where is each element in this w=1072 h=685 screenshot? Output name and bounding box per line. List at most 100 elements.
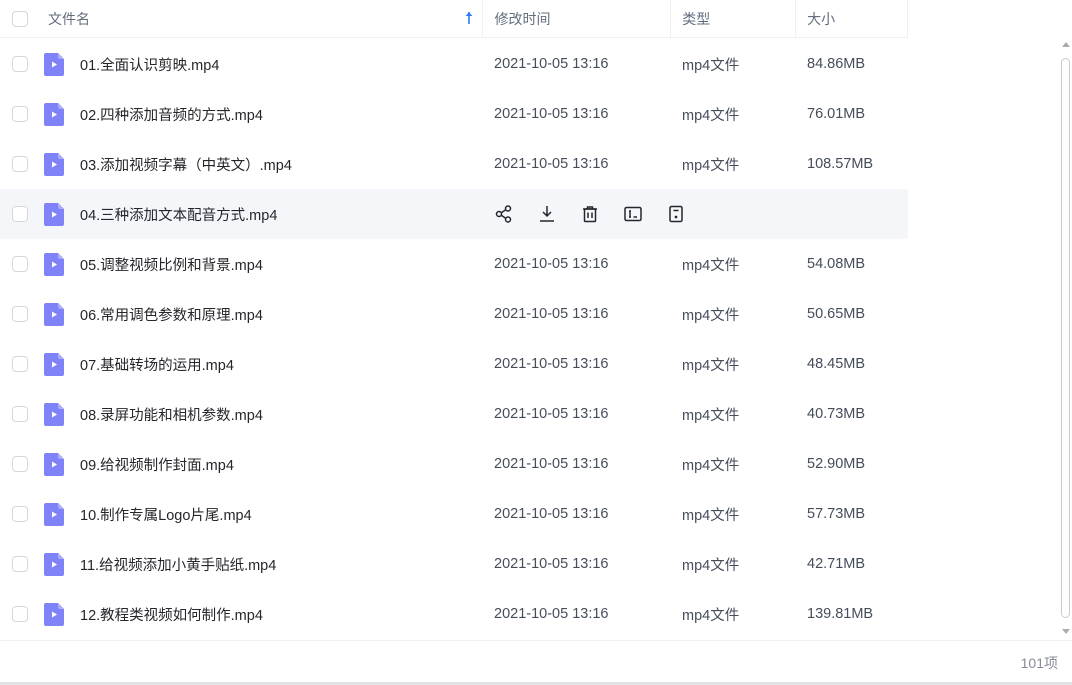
more-icon[interactable] (665, 203, 687, 225)
row-checkbox-cell (0, 156, 40, 172)
header-size-label: 大小 (807, 10, 836, 27)
video-file-icon (44, 552, 64, 576)
row-name-cell[interactable]: 01.全面认识剪映.mp4 (40, 52, 483, 76)
row-name-cell[interactable]: 04.三种添加文本配音方式.mp4 (40, 202, 483, 226)
video-file-icon (44, 52, 64, 76)
file-type: mp4文件 (682, 107, 740, 124)
table-row[interactable]: 04.三种添加文本配音方式.mp4 (0, 189, 908, 239)
row-checkbox[interactable] (12, 606, 28, 622)
table-row[interactable]: 01.全面认识剪映.mp4 2021-10-05 13:16 mp4文件 84.86M… (0, 39, 908, 89)
header-name[interactable]: 文件名 (40, 0, 483, 38)
table-row[interactable]: 08.录屏功能和相机参数.mp4 2021-10-05 13:16 mp4文件 40.… (0, 389, 908, 439)
table-row[interactable]: 10.制作专属Logo片尾.mp4 2021-10-05 13:16 mp4文件 57… (0, 489, 908, 539)
header-size[interactable]: 大小 (795, 0, 907, 38)
file-modified-time: 2021-10-05 13:16 (494, 256, 609, 272)
row-name-cell[interactable]: 08.录屏功能和相机参数.mp4 (40, 402, 483, 426)
file-type: mp4文件 (682, 557, 740, 574)
file-size: 48.45MB (807, 356, 866, 372)
row-name-cell[interactable]: 02.四种添加音频的方式.mp4 (40, 102, 483, 126)
file-name[interactable]: 10.制作专属Logo片尾.mp4 (80, 504, 252, 525)
table-row[interactable]: 02.四种添加音频的方式.mp4 2021-10-05 13:16 mp4文件 76.… (0, 89, 908, 139)
row-checkbox-cell (0, 406, 40, 422)
row-name-cell[interactable]: 03.添加视频字幕（中英文）.mp4 (40, 152, 483, 176)
row-checkbox-cell (0, 306, 40, 322)
download-icon[interactable] (536, 203, 558, 225)
file-size: 54.08MB (807, 256, 866, 272)
row-checkbox[interactable] (12, 406, 28, 422)
file-name[interactable]: 03.添加视频字幕（中英文）.mp4 (80, 154, 292, 175)
row-checkbox-cell (0, 206, 40, 222)
table-row[interactable]: 12.教程类视频如何制作.mp4 2021-10-05 13:16 mp4文件 139… (0, 589, 908, 639)
sort-ascending-icon[interactable] (464, 11, 474, 25)
file-size: 50.65MB (807, 306, 866, 322)
row-name-cell[interactable]: 07.基础转场的运用.mp4 (40, 352, 483, 376)
table-row[interactable]: 09.给视频制作封面.mp4 2021-10-05 13:16 mp4文件 52.90… (0, 439, 908, 489)
video-file-icon (44, 202, 64, 226)
video-file-icon (44, 352, 64, 376)
file-name[interactable]: 04.三种添加文本配音方式.mp4 (80, 204, 277, 225)
row-name-cell[interactable]: 12.教程类视频如何制作.mp4 (40, 602, 483, 626)
video-file-icon (44, 302, 64, 326)
row-checkbox[interactable] (12, 106, 28, 122)
scrollbar-thumb[interactable] (1061, 58, 1070, 618)
row-checkbox[interactable] (12, 556, 28, 572)
file-name[interactable]: 01.全面认识剪映.mp4 (80, 54, 219, 75)
scroll-up-arrow-icon[interactable] (1062, 42, 1070, 47)
file-type: mp4文件 (682, 257, 740, 274)
row-checkbox[interactable] (12, 156, 28, 172)
scroll-down-arrow-icon[interactable] (1062, 629, 1070, 634)
share-icon[interactable] (493, 203, 515, 225)
item-count: 101项 (1020, 655, 1058, 671)
file-size: 84.86MB (807, 56, 866, 72)
file-name[interactable]: 07.基础转场的运用.mp4 (80, 354, 234, 375)
vertical-scrollbar[interactable] (1060, 42, 1072, 634)
file-type: mp4文件 (682, 307, 740, 324)
row-name-cell[interactable]: 05.调整视频比例和背景.mp4 (40, 252, 483, 276)
row-name-cell[interactable]: 11.给视频添加小黄手贴纸.mp4 (40, 552, 483, 576)
row-checkbox-cell (0, 556, 40, 572)
file-name[interactable]: 06.常用调色参数和原理.mp4 (80, 304, 263, 325)
table-row[interactable]: 05.调整视频比例和背景.mp4 2021-10-05 13:16 mp4文件 54.… (0, 239, 908, 289)
video-file-icon (44, 602, 64, 626)
row-checkbox[interactable] (12, 506, 28, 522)
header-time[interactable]: 修改时间 (482, 0, 670, 38)
file-modified-time: 2021-10-05 13:16 (494, 406, 609, 422)
video-file-icon (44, 152, 64, 176)
file-type: mp4文件 (682, 457, 740, 474)
table-row[interactable]: 06.常用调色参数和原理.mp4 2021-10-05 13:16 mp4文件 50.… (0, 289, 908, 339)
file-type: mp4文件 (682, 57, 740, 74)
file-type: mp4文件 (682, 157, 740, 174)
file-modified-time: 2021-10-05 13:16 (494, 356, 609, 372)
video-file-icon (44, 452, 64, 476)
table-header: 文件名 修改时间 类型 大小 (0, 0, 909, 38)
table-row[interactable]: 03.添加视频字幕（中英文）.mp4 2021-10-05 13:16 mp4文件 1… (0, 139, 908, 189)
row-checkbox[interactable] (12, 306, 28, 322)
file-name[interactable]: 02.四种添加音频的方式.mp4 (80, 104, 263, 125)
row-checkbox[interactable] (12, 56, 28, 72)
row-checkbox[interactable] (12, 356, 28, 372)
row-name-cell[interactable]: 06.常用调色参数和原理.mp4 (40, 302, 483, 326)
file-name[interactable]: 09.给视频制作封面.mp4 (80, 454, 234, 475)
row-checkbox-cell (0, 606, 40, 622)
select-all-checkbox[interactable] (11, 10, 28, 27)
row-checkbox[interactable] (12, 456, 28, 472)
file-name[interactable]: 05.调整视频比例和背景.mp4 (80, 254, 263, 275)
row-actions (483, 203, 708, 225)
file-size: 76.01MB (807, 106, 866, 122)
delete-icon[interactable] (579, 203, 601, 225)
video-file-icon (44, 252, 64, 276)
row-checkbox-cell (0, 256, 40, 272)
file-name[interactable]: 08.录屏功能和相机参数.mp4 (80, 404, 263, 425)
table-row[interactable]: 07.基础转场的运用.mp4 2021-10-05 13:16 mp4文件 48.45… (0, 339, 908, 389)
file-name[interactable]: 11.给视频添加小黄手贴纸.mp4 (80, 554, 276, 575)
file-modified-time: 2021-10-05 13:16 (494, 156, 609, 172)
row-checkbox[interactable] (12, 206, 28, 222)
row-name-cell[interactable]: 10.制作专属Logo片尾.mp4 (40, 502, 483, 526)
file-name[interactable]: 12.教程类视频如何制作.mp4 (80, 604, 263, 625)
row-checkbox[interactable] (12, 256, 28, 272)
table-row[interactable]: 11.给视频添加小黄手贴纸.mp4 2021-10-05 13:16 mp4文件 42… (0, 539, 908, 589)
row-name-cell[interactable]: 09.给视频制作封面.mp4 (40, 452, 483, 476)
header-type[interactable]: 类型 (670, 0, 795, 38)
table-footer: 101项 (0, 640, 1072, 685)
rename-icon[interactable] (622, 203, 644, 225)
